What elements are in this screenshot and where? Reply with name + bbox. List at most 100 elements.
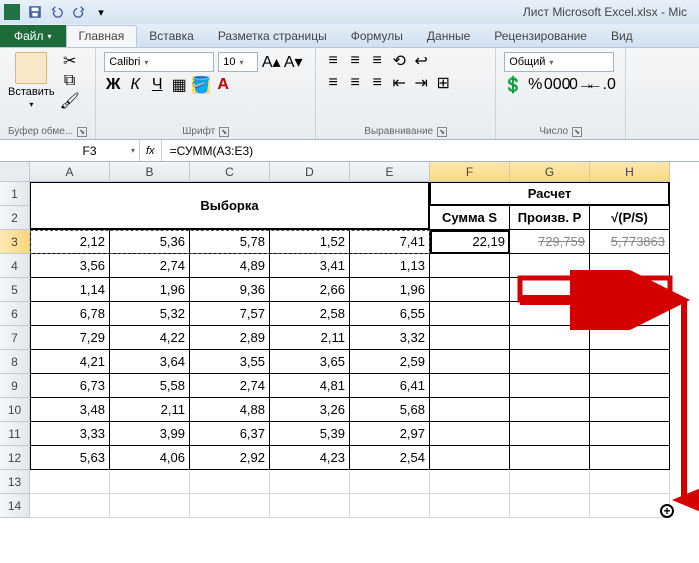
cell[interactable] bbox=[110, 470, 190, 494]
cell[interactable]: 5,32 bbox=[110, 302, 190, 326]
cell[interactable]: 1,13 bbox=[350, 254, 430, 278]
cell[interactable]: 1,52 bbox=[270, 230, 350, 254]
cell[interactable] bbox=[190, 470, 270, 494]
cell[interactable] bbox=[590, 254, 670, 278]
border-icon[interactable]: ▦ bbox=[170, 76, 188, 94]
align-top-icon[interactable]: ≡ bbox=[324, 52, 342, 70]
cell[interactable]: 5,36 bbox=[110, 230, 190, 254]
cell[interactable] bbox=[590, 446, 670, 470]
cell[interactable] bbox=[510, 398, 590, 422]
cell[interactable]: 3,33 bbox=[30, 422, 110, 446]
cell[interactable]: 5,39 bbox=[270, 422, 350, 446]
decrease-indent-icon[interactable]: ⇤ bbox=[390, 74, 408, 92]
tab-review[interactable]: Рецензирование bbox=[482, 25, 599, 47]
cell[interactable]: 3,48 bbox=[30, 398, 110, 422]
cell[interactable]: 2,97 bbox=[350, 422, 430, 446]
cell[interactable]: 2,89 bbox=[190, 326, 270, 350]
tab-formulas[interactable]: Формулы bbox=[339, 25, 415, 47]
cell[interactable] bbox=[590, 398, 670, 422]
cell[interactable] bbox=[510, 470, 590, 494]
cell[interactable] bbox=[30, 494, 110, 518]
cell[interactable] bbox=[350, 494, 430, 518]
cell[interactable]: 5,58 bbox=[110, 374, 190, 398]
cell[interactable]: 6,41 bbox=[350, 374, 430, 398]
cell[interactable] bbox=[430, 470, 510, 494]
redo-icon[interactable] bbox=[70, 3, 88, 21]
cell[interactable]: 2,58 bbox=[270, 302, 350, 326]
orientation-icon[interactable]: ⟲ bbox=[390, 52, 408, 70]
cell[interactable] bbox=[430, 398, 510, 422]
fill-color-icon[interactable]: 🪣 bbox=[192, 76, 210, 94]
cell[interactable]: 4,21 bbox=[30, 350, 110, 374]
col-header-F[interactable]: F bbox=[430, 162, 510, 182]
decrease-decimal-icon[interactable]: ←.0 bbox=[592, 76, 610, 94]
cell[interactable] bbox=[430, 302, 510, 326]
fx-button[interactable]: fx bbox=[146, 145, 155, 157]
calc-title-cell[interactable]: Расчет bbox=[430, 182, 669, 205]
decrease-font-icon[interactable]: A▾ bbox=[284, 53, 302, 71]
cell[interactable]: 2,12 bbox=[30, 230, 110, 254]
cell[interactable]: 2,11 bbox=[270, 326, 350, 350]
cell[interactable]: 3,56 bbox=[30, 254, 110, 278]
cell[interactable]: 729,759 bbox=[510, 230, 590, 254]
font-launcher[interactable]: ⬊ bbox=[219, 127, 229, 137]
cell[interactable] bbox=[430, 350, 510, 374]
cell[interactable]: 1,14 bbox=[30, 278, 110, 302]
wrap-text-icon[interactable]: ↩ bbox=[412, 52, 430, 70]
name-box[interactable]: F3▾ bbox=[40, 140, 140, 161]
cell[interactable]: 5,68 bbox=[350, 398, 430, 422]
cell[interactable]: 4,23 bbox=[270, 446, 350, 470]
cell[interactable] bbox=[590, 422, 670, 446]
cell[interactable] bbox=[510, 494, 590, 518]
cell[interactable]: 4,88 bbox=[190, 398, 270, 422]
cell[interactable]: 2,11 bbox=[110, 398, 190, 422]
cut-icon[interactable]: ✂ bbox=[61, 52, 79, 70]
name-box-dropdown-icon[interactable]: ▾ bbox=[131, 146, 135, 155]
font-color-icon[interactable]: A bbox=[214, 76, 232, 94]
alignment-launcher[interactable]: ⬊ bbox=[437, 127, 447, 137]
cell[interactable]: 3,32 bbox=[350, 326, 430, 350]
cell[interactable]: 5,773863 bbox=[590, 230, 670, 254]
percent-icon[interactable]: % bbox=[526, 76, 544, 94]
row-header-13[interactable]: 13 bbox=[0, 470, 30, 494]
col-header-G[interactable]: G bbox=[510, 162, 590, 182]
file-tab[interactable]: Файл▾ bbox=[0, 25, 66, 47]
tab-insert[interactable]: Вставка bbox=[137, 25, 206, 47]
cell[interactable] bbox=[510, 446, 590, 470]
cell[interactable]: 4,81 bbox=[270, 374, 350, 398]
sample-title-cell[interactable]: Выборка bbox=[30, 182, 429, 229]
col-header-B[interactable]: B bbox=[110, 162, 190, 182]
col-header-A[interactable]: A bbox=[30, 162, 110, 182]
cell[interactable]: 2,74 bbox=[190, 374, 270, 398]
row-header-10[interactable]: 10 bbox=[0, 398, 30, 422]
cell[interactable]: 3,64 bbox=[110, 350, 190, 374]
row-header-6[interactable]: 6 bbox=[0, 302, 30, 326]
font-size-combo[interactable]: 10▾ bbox=[218, 52, 258, 72]
cell[interactable] bbox=[270, 494, 350, 518]
cell[interactable]: 6,37 bbox=[190, 422, 270, 446]
cell[interactable]: 1,96 bbox=[350, 278, 430, 302]
row-header-12[interactable]: 12 bbox=[0, 446, 30, 470]
cell[interactable] bbox=[510, 350, 590, 374]
cell[interactable]: 3,55 bbox=[190, 350, 270, 374]
cell[interactable]: 4,22 bbox=[110, 326, 190, 350]
col-header-C[interactable]: C bbox=[190, 162, 270, 182]
currency-icon[interactable]: 💲 bbox=[504, 76, 522, 94]
cell[interactable]: 4,89 bbox=[190, 254, 270, 278]
cell[interactable] bbox=[590, 494, 670, 518]
undo-icon[interactable] bbox=[48, 3, 66, 21]
merge-icon[interactable]: ⊞ bbox=[434, 74, 452, 92]
cell[interactable] bbox=[430, 494, 510, 518]
row-header-4[interactable]: 4 bbox=[0, 254, 30, 278]
align-bottom-icon[interactable]: ≡ bbox=[368, 52, 386, 70]
save-icon[interactable] bbox=[26, 3, 44, 21]
cell[interactable]: 2,74 bbox=[110, 254, 190, 278]
clipboard-launcher[interactable]: ⬊ bbox=[77, 127, 87, 137]
cell[interactable] bbox=[350, 470, 430, 494]
cell[interactable] bbox=[270, 470, 350, 494]
select-all-corner[interactable] bbox=[0, 162, 30, 182]
row-header-3[interactable]: 3 bbox=[0, 230, 30, 254]
font-name-combo[interactable]: Calibri▾ bbox=[104, 52, 214, 72]
bold-icon[interactable]: Ж bbox=[104, 76, 122, 94]
cell[interactable] bbox=[590, 278, 670, 302]
